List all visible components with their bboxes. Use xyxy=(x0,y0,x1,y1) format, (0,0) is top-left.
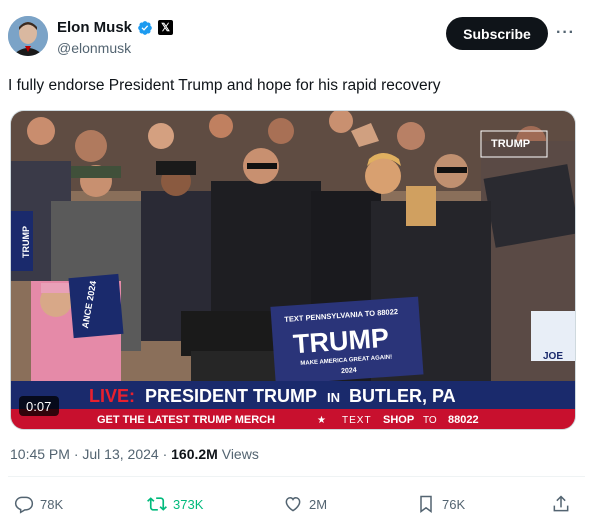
reply-icon xyxy=(14,496,34,514)
ticker-star: ★ xyxy=(317,415,326,426)
author-name[interactable]: Elon Musk xyxy=(57,19,132,36)
more-options-icon[interactable]: ··· xyxy=(556,24,575,42)
views-count: 160.2M xyxy=(171,446,218,462)
heart-icon xyxy=(285,496,301,512)
side-sign-right: JOE xyxy=(543,351,563,362)
banner-in-text: IN xyxy=(327,390,340,405)
reply-button[interactable]: 78K xyxy=(14,494,63,514)
ticker-number: 88022 xyxy=(448,414,479,426)
ticker-text-word: TEXT xyxy=(342,415,372,426)
banner-main-text: PRESIDENT TRUMP xyxy=(145,386,317,406)
tweet-meta: 10:45 PM · Jul 13, 2024 · 160.2M Views xyxy=(10,446,259,462)
meta-separator: · xyxy=(69,446,83,462)
side-sign-left: TRUMP xyxy=(21,226,31,258)
meta-separator: · xyxy=(158,446,172,462)
divider xyxy=(8,476,585,477)
repost-count: 373K xyxy=(173,496,204,512)
share-icon xyxy=(553,495,569,512)
ticker-shop: SHOP xyxy=(383,414,414,426)
video-duration: 0:07 xyxy=(26,399,51,414)
reply-count: 78K xyxy=(40,496,64,512)
channel-logo: TRUMP xyxy=(491,138,530,150)
views-label: Views xyxy=(217,446,259,462)
avatar[interactable] xyxy=(8,16,48,56)
bookmark-icon xyxy=(420,495,432,513)
tweet-text: I fully endorse President Trump and hope… xyxy=(8,77,441,94)
video-player[interactable]: TRUMP ANCE 2024 JOE TRUMP TEXT PENNSYLVA… xyxy=(10,110,576,430)
tweet-time[interactable]: 10:45 PM xyxy=(10,446,70,462)
author-handle[interactable]: @elonmusk xyxy=(57,40,131,56)
repost-icon xyxy=(147,497,167,511)
banner-live-label: LIVE: xyxy=(89,386,135,406)
bookmark-button[interactable]: 76K xyxy=(416,494,465,514)
x-affiliate-icon[interactable]: 𝕏 xyxy=(158,20,174,35)
author-name-row: Elon Musk 𝕏 xyxy=(57,19,174,36)
bookmark-count: 76K xyxy=(442,496,466,512)
repost-button[interactable]: 373K xyxy=(147,494,203,514)
subscribe-button[interactable]: Subscribe xyxy=(446,17,548,50)
ticker-to: TO xyxy=(423,415,437,426)
like-count: 2M xyxy=(309,496,328,512)
action-bar: 78K 373K 2M 76K xyxy=(0,494,593,518)
ticker-left-text: GET THE LATEST TRUMP MERCH xyxy=(97,414,275,426)
tweet-date[interactable]: Jul 13, 2024 xyxy=(82,446,158,462)
share-button[interactable] xyxy=(551,494,571,514)
like-button[interactable]: 2M xyxy=(283,494,327,514)
sign-year-text: 2024 xyxy=(341,367,357,375)
banner-location-text: BUTLER, PA xyxy=(349,386,456,406)
verified-badge-icon[interactable] xyxy=(137,20,153,36)
